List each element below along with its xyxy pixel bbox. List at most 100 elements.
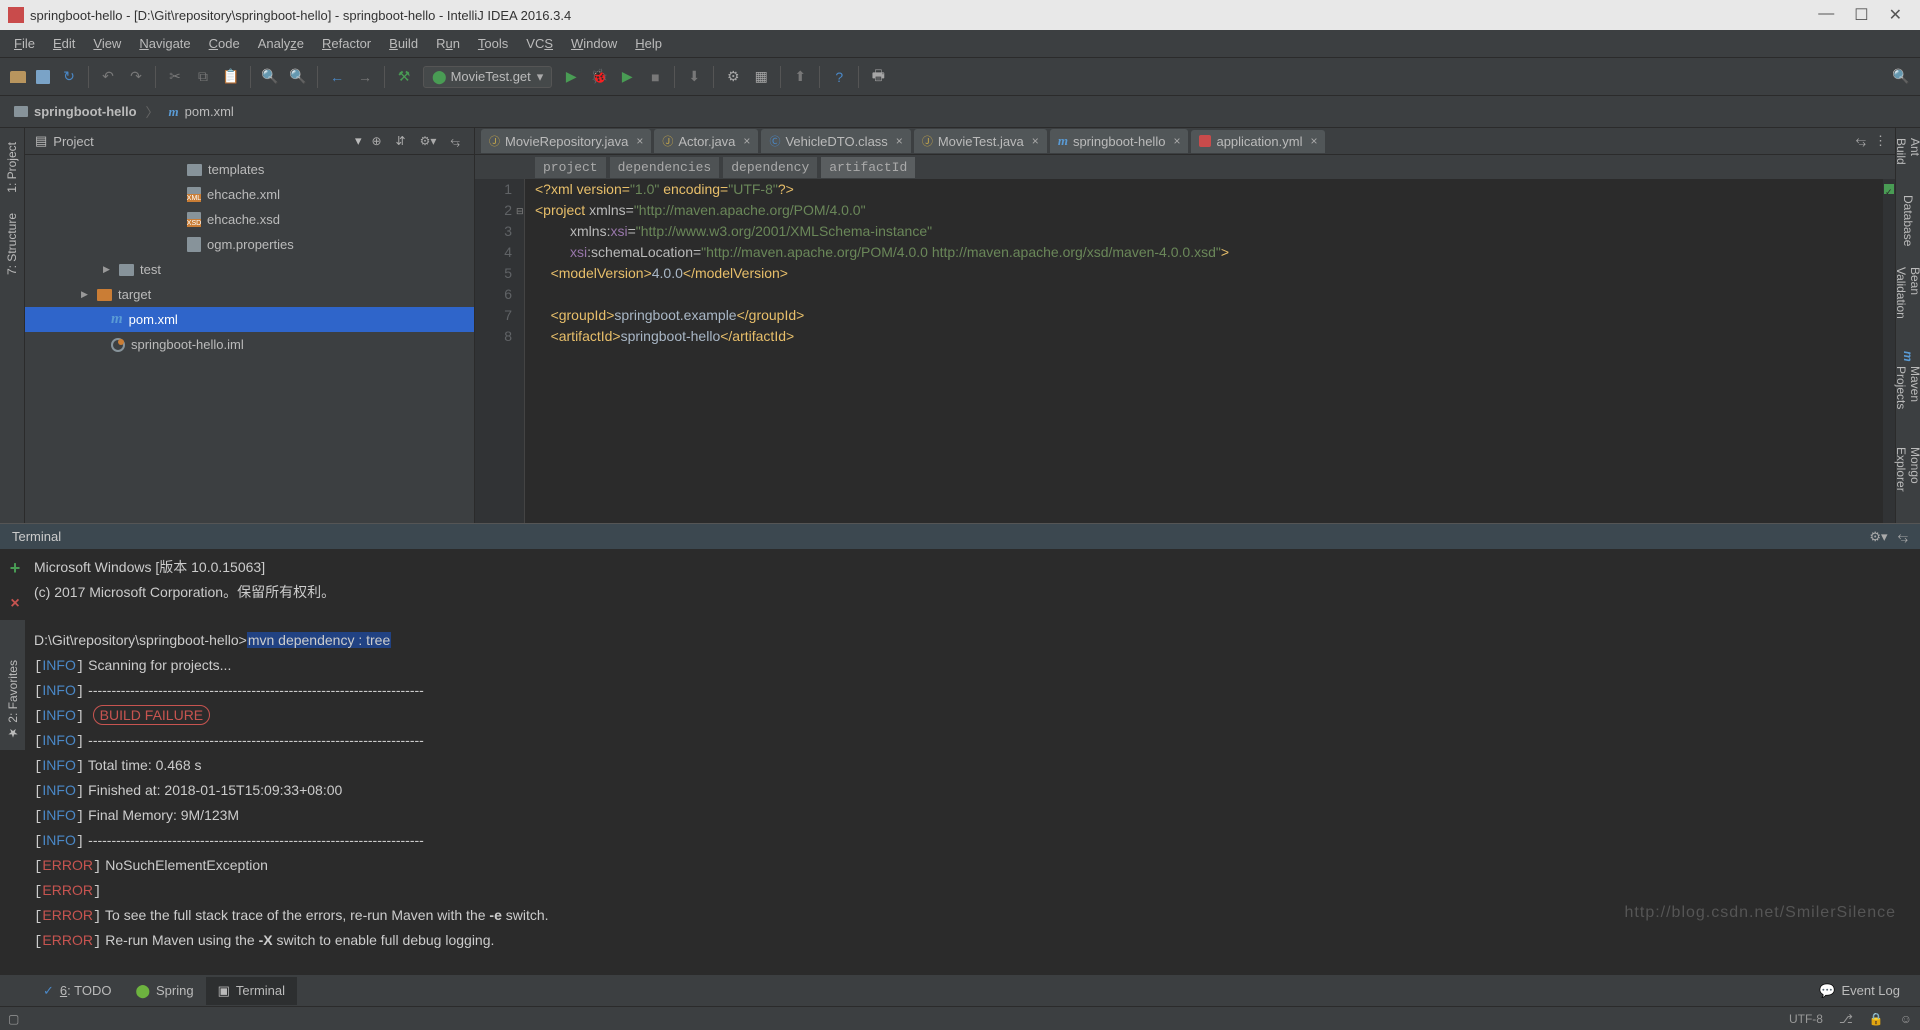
crumb-artifactid[interactable]: artifactId (821, 157, 915, 178)
terminal-tab[interactable]: ▣Terminal (206, 977, 297, 1005)
settings-gear-icon[interactable]: ⚙▾ (416, 134, 441, 148)
tab-list-icon[interactable]: ⥃ (1856, 133, 1866, 149)
menu-help[interactable]: Help (627, 32, 670, 55)
new-session-icon[interactable]: + (10, 558, 21, 579)
mongo-explorer-tab[interactable]: Mongo Explorer (1890, 437, 1920, 523)
module-icon (14, 106, 28, 117)
navbar-crumb-root[interactable]: springboot-hello (0, 99, 151, 124)
forward-icon[interactable]: → (356, 68, 374, 86)
status-hector-icon[interactable]: ☺ (1900, 1012, 1912, 1026)
close-button[interactable]: ✕ (1889, 5, 1902, 25)
terminal-output[interactable]: Microsoft Windows [版本 10.0.15063] (c) 20… (30, 550, 1920, 974)
tab-springboot-hello[interactable]: mspringboot-hello× (1050, 129, 1189, 153)
close-icon[interactable]: × (1032, 134, 1039, 148)
maven-projects-tab[interactable]: mMaven Projects (1890, 341, 1920, 437)
tab-movie-repository[interactable]: ⒿMovieRepository.java× (481, 129, 651, 153)
debug-icon[interactable]: 🐞 (590, 68, 608, 86)
menu-analyze[interactable]: Analyze (250, 32, 312, 55)
build-icon[interactable]: ⚒ (395, 68, 413, 86)
status-encoding[interactable]: UTF-8 (1789, 1012, 1823, 1026)
menu-edit[interactable]: Edit (45, 32, 83, 55)
close-icon[interactable]: × (743, 134, 750, 148)
menu-refactor[interactable]: Refactor (314, 32, 379, 55)
terminal-settings-icon[interactable]: ⚙▾ (1869, 529, 1887, 545)
tree-node-ehcache-xsd[interactable]: XSDehcache.xsd (25, 207, 474, 232)
paste-icon[interactable]: 📋 (222, 68, 240, 86)
tree-node-test[interactable]: ▶test (25, 257, 474, 282)
menu-view[interactable]: View (85, 32, 129, 55)
todo-tab[interactable]: ✓6: TODO (31, 977, 123, 1005)
close-icon[interactable]: × (896, 134, 903, 148)
view-mode-dropdown[interactable]: ▾ (355, 133, 362, 149)
minimize-button[interactable]: — (1818, 5, 1834, 25)
code-editor[interactable]: 12345678 ⊟<?xml version="1.0" encoding="… (475, 179, 1895, 523)
close-session-icon[interactable]: × (10, 595, 19, 613)
help-icon[interactable]: ? (830, 68, 848, 86)
menu-build[interactable]: Build (381, 32, 426, 55)
tree-node-pom[interactable]: mpom.xml (25, 307, 474, 332)
menu-window[interactable]: Window (563, 32, 625, 55)
run-icon[interactable]: ▶ (562, 68, 580, 86)
structure-icon[interactable]: ▦ (752, 68, 770, 86)
scroll-from-icon[interactable]: ⊕ (367, 134, 385, 148)
cut-icon[interactable]: ✂ (166, 68, 184, 86)
crumb-project[interactable]: project (535, 157, 606, 178)
sync-icon[interactable]: ↻ (60, 68, 78, 86)
project-tree[interactable]: templates XMLehcache.xml XSDehcache.xsd … (25, 155, 474, 523)
menu-navigate[interactable]: Navigate (131, 32, 198, 55)
menu-run[interactable]: Run (428, 32, 468, 55)
redo-icon[interactable]: ↷ (127, 68, 145, 86)
tab-more-icon[interactable]: ⋮ (1874, 133, 1887, 149)
spring-tab[interactable]: ⬤Spring (123, 977, 205, 1005)
sdk-icon[interactable]: ⬆ (791, 68, 809, 86)
tree-node-ogm[interactable]: ogm.properties (25, 232, 474, 257)
vcs-update-icon[interactable]: ⬇ (685, 68, 703, 86)
menu-tools[interactable]: Tools (470, 32, 516, 55)
navbar-crumb-file[interactable]: m pom.xml (155, 99, 248, 125)
print-icon[interactable]: 🖶 (869, 68, 887, 86)
database-tab[interactable]: Database (1897, 185, 1919, 256)
ant-build-tab[interactable]: Ant Build (1890, 128, 1920, 185)
stop-icon[interactable]: ■ (646, 68, 664, 86)
coverage-icon[interactable]: ▶ (618, 68, 636, 86)
tree-node-iml[interactable]: springboot-hello.iml (25, 332, 474, 357)
save-icon[interactable] (36, 70, 50, 84)
status-lock-icon[interactable]: 🔒 (1869, 1012, 1884, 1026)
menu-file[interactable]: File (6, 32, 43, 55)
event-log-tab[interactable]: 💬Event Log (1819, 983, 1914, 999)
terminal-hide-icon[interactable]: ⥃ (1898, 529, 1908, 545)
tab-actor[interactable]: ⒿActor.java× (654, 129, 758, 153)
crumb-dependency[interactable]: dependency (723, 157, 817, 178)
menu-code[interactable]: Code (201, 32, 248, 55)
back-icon[interactable]: ← (328, 68, 346, 86)
close-icon[interactable]: × (1173, 134, 1180, 148)
undo-icon[interactable]: ↶ (99, 68, 117, 86)
find-icon[interactable]: 🔍 (261, 68, 279, 86)
tab-movie-test[interactable]: ⒿMovieTest.java× (914, 129, 1047, 153)
replace-icon[interactable]: 🔍 (289, 68, 307, 86)
git-branch-icon[interactable]: ⎇ (1839, 1012, 1853, 1026)
crumb-dependencies[interactable]: dependencies (610, 157, 720, 178)
close-icon[interactable]: × (1310, 134, 1317, 148)
code-lines[interactable]: ⊟<?xml version="1.0" encoding="UTF-8"?> … (525, 179, 1883, 523)
settings-icon[interactable]: ⚙ (724, 68, 742, 86)
close-icon[interactable]: × (636, 134, 643, 148)
open-icon[interactable] (10, 71, 26, 83)
bean-validation-tab[interactable]: Bean Validation (1890, 257, 1920, 342)
status-window-icon[interactable]: ▢ (8, 1012, 19, 1026)
structure-tool-tab[interactable]: 7: Structure (1, 203, 23, 285)
project-tool-tab[interactable]: 1: Project (1, 132, 23, 203)
tree-node-ehcache-xml[interactable]: XMLehcache.xml (25, 182, 474, 207)
tree-node-templates[interactable]: templates (25, 157, 474, 182)
copy-icon[interactable]: ⧉ (194, 68, 212, 86)
menu-vcs[interactable]: VCS (518, 32, 561, 55)
hide-icon[interactable]: ⥃ (446, 134, 464, 149)
tree-node-target[interactable]: ▶target (25, 282, 474, 307)
search-everywhere-icon[interactable]: 🔍 (1892, 68, 1910, 86)
favorites-tool-tab[interactable]: ★ 2: Favorites (2, 650, 24, 750)
collapse-icon[interactable]: ⇵ (392, 134, 410, 148)
tab-application-yml[interactable]: application.yml× (1191, 130, 1325, 153)
maximize-button[interactable]: ☐ (1854, 5, 1868, 25)
run-config-selector[interactable]: ⬤ MovieTest.get ▾ (423, 66, 552, 88)
tab-vehicle-dto[interactable]: ⒸVehicleDTO.class× (761, 129, 910, 153)
